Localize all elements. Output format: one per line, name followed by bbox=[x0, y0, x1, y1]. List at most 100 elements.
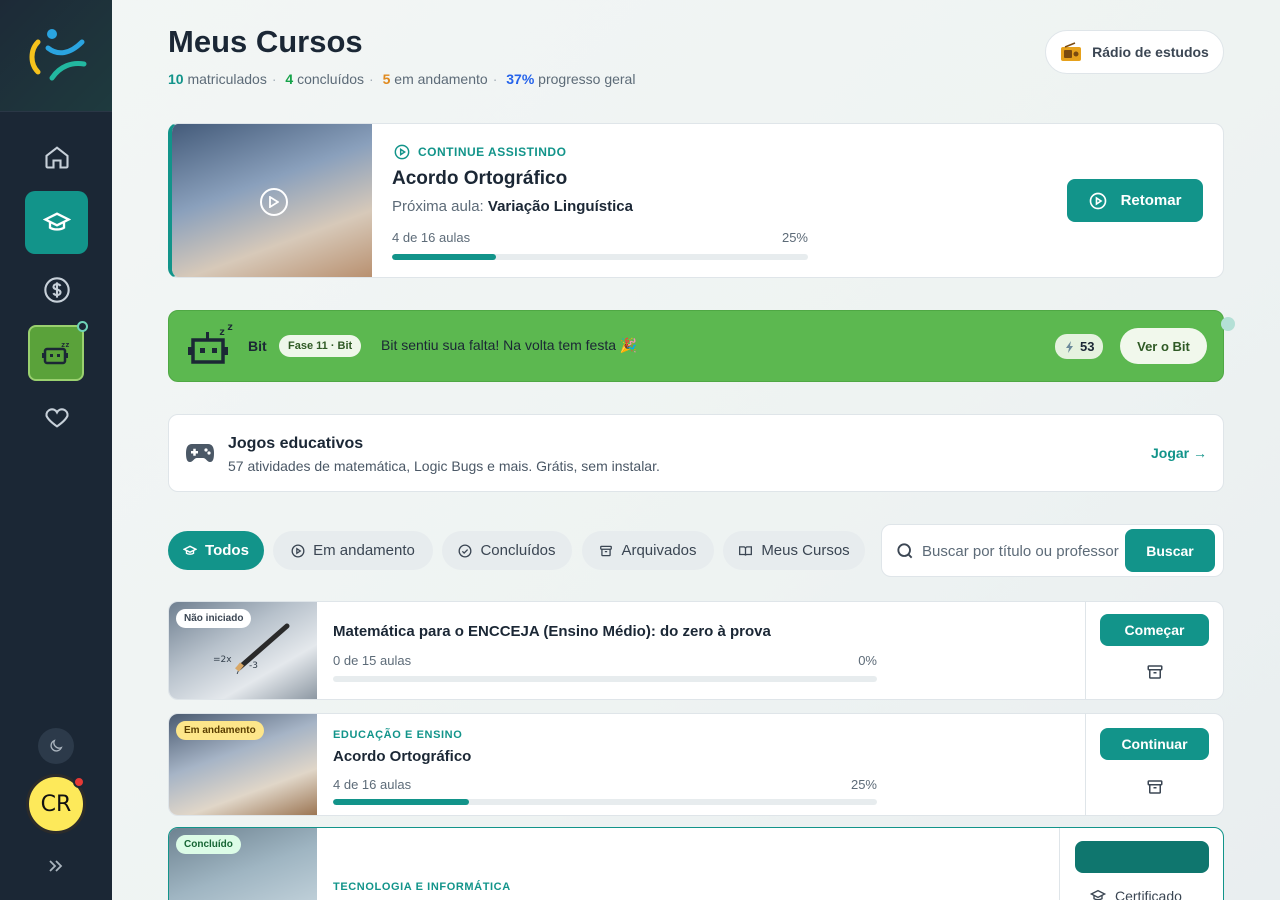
filter-completed-label: Concluídos bbox=[480, 542, 556, 559]
resume-label: Retomar bbox=[1120, 192, 1182, 209]
course-progress-info: 4 de 16 aulas 25% bbox=[333, 777, 877, 792]
bit-banner: z z Bit Fase 11 · Bit Bit sentiu sua fal… bbox=[168, 310, 1224, 382]
avatar-initials: CR bbox=[40, 791, 72, 817]
check-circle-icon bbox=[458, 544, 472, 557]
svg-text:-3: -3 bbox=[249, 661, 258, 671]
games-description: 57 atividades de matemática, Logic Bugs … bbox=[228, 458, 660, 474]
course-progress-bar bbox=[333, 676, 877, 682]
progress-info: 4 de 16 aulas 25% bbox=[392, 230, 808, 245]
overall-progress-label: progresso geral bbox=[538, 71, 636, 87]
sidebar-item-home[interactable] bbox=[25, 125, 88, 188]
filter-my-courses[interactable]: Meus Cursos bbox=[723, 531, 865, 570]
next-lesson-title: Variação Linguística bbox=[487, 198, 633, 215]
play-circle-icon bbox=[1089, 192, 1106, 209]
bit-name: Bit bbox=[248, 338, 267, 354]
bit-phase-badge: Fase 11 · Bit bbox=[279, 335, 362, 357]
dollar-icon bbox=[43, 276, 70, 303]
page-title: Meus Cursos bbox=[168, 24, 363, 59]
avatar[interactable]: CR bbox=[26, 774, 86, 834]
status-badge: Não iniciado bbox=[176, 609, 252, 628]
overall-progress: 37% bbox=[506, 71, 535, 87]
see-bit-button[interactable]: Ver o Bit bbox=[1120, 328, 1207, 364]
filter-all[interactable]: Todos bbox=[168, 531, 264, 570]
certificate-link[interactable]: Certificado bbox=[1089, 888, 1182, 900]
progress-bar-fill bbox=[392, 254, 496, 260]
course-card: =2x 7 -3 Não iniciado Matemática para o … bbox=[168, 601, 1224, 700]
educational-games-card[interactable]: Jogos educativos 57 atividades de matemá… bbox=[168, 414, 1224, 492]
completed-count: 4 bbox=[285, 71, 294, 87]
bolt-icon bbox=[1066, 340, 1073, 353]
progress-percent: 25% bbox=[781, 230, 808, 245]
math-pencil-illustration: =2x 7 -3 bbox=[213, 623, 290, 677]
theme-toggle-button[interactable] bbox=[38, 728, 74, 764]
svg-text:z: z bbox=[219, 327, 225, 338]
filter-in-progress-label: Em andamento bbox=[313, 542, 415, 559]
course-thumbnail[interactable]: Concluído bbox=[169, 828, 317, 900]
sidebar-item-bit[interactable]: zz bbox=[28, 321, 88, 381]
divider bbox=[1059, 828, 1060, 900]
course-card: Concluído TECNOLOGIA E INFORMÁTICA Certi… bbox=[168, 827, 1224, 900]
brand-logo-icon bbox=[29, 28, 87, 80]
course-progress-lessons: 4 de 16 aulas bbox=[333, 777, 412, 792]
course-thumbnail[interactable]: =2x 7 -3 Não iniciado bbox=[169, 602, 317, 699]
certificate-label: Certificado bbox=[1115, 888, 1182, 900]
archive-icon[interactable] bbox=[1146, 663, 1164, 681]
svg-text:z: z bbox=[227, 323, 233, 333]
course-thumbnail[interactable]: Em andamento bbox=[169, 714, 317, 815]
robot-icon: zz bbox=[42, 341, 69, 365]
bit-coins-badge: 53 bbox=[1055, 334, 1104, 359]
filter-archived[interactable]: Arquivados bbox=[582, 531, 714, 570]
filter-in-progress[interactable]: Em andamento bbox=[273, 531, 433, 570]
heart-icon bbox=[44, 407, 69, 428]
bit-message: Bit sentiu sua falta! Na volta tem festa… bbox=[381, 337, 638, 353]
course-progress-info: 0 de 15 aulas 0% bbox=[333, 653, 877, 668]
chevrons-right-icon bbox=[49, 860, 63, 872]
study-radio-button[interactable]: Rádio de estudos bbox=[1045, 30, 1224, 74]
start-course-button[interactable]: Começar bbox=[1100, 614, 1209, 646]
notification-dot bbox=[77, 321, 88, 332]
progress-lessons: 4 de 16 aulas bbox=[392, 230, 471, 245]
filter-all-label: Todos bbox=[205, 542, 249, 559]
decorative-dot bbox=[1221, 317, 1235, 331]
in-progress-count: 5 bbox=[382, 71, 391, 87]
search-icon bbox=[897, 543, 913, 559]
completed-label: concluídos bbox=[297, 71, 365, 87]
enrolled-label: matriculados bbox=[187, 71, 267, 87]
study-radio-label: Rádio de estudos bbox=[1092, 44, 1209, 60]
completed-course-button[interactable] bbox=[1075, 841, 1209, 873]
course-progress-percent: 0% bbox=[858, 653, 877, 668]
continue-course-button[interactable]: Continuar bbox=[1100, 728, 1209, 760]
resume-button[interactable]: Retomar bbox=[1067, 179, 1203, 222]
expand-sidebar-button[interactable] bbox=[44, 855, 68, 877]
logo[interactable] bbox=[0, 0, 112, 112]
archive-icon[interactable] bbox=[1146, 778, 1164, 796]
notification-dot bbox=[73, 776, 85, 788]
search-button[interactable]: Buscar bbox=[1125, 529, 1215, 572]
gamepad-icon bbox=[186, 444, 214, 462]
course-title[interactable]: Matemática para o ENCCEJA (Ensino Médio)… bbox=[333, 623, 771, 640]
graduation-cap-icon bbox=[1089, 889, 1107, 900]
course-progress-bar bbox=[333, 799, 877, 805]
sleeping-robot-icon: z z bbox=[188, 323, 233, 364]
play-circle-icon bbox=[394, 144, 410, 160]
sidebar-item-courses[interactable] bbox=[25, 191, 88, 254]
sidebar-item-finance[interactable] bbox=[25, 258, 88, 321]
graduation-cap-icon bbox=[183, 545, 198, 555]
search-input[interactable] bbox=[922, 540, 1122, 562]
next-lesson-prefix: Próxima aula: bbox=[392, 198, 484, 215]
filter-completed[interactable]: Concluídos bbox=[442, 531, 572, 570]
divider bbox=[1085, 602, 1086, 699]
course-progress-percent: 25% bbox=[850, 777, 877, 792]
status-badge: Concluído bbox=[176, 835, 241, 854]
svg-text:=2x: =2x bbox=[213, 655, 232, 665]
stats-summary: 10 matriculados · 4 concluídos · 5 em anda… bbox=[168, 71, 636, 87]
moon-icon bbox=[50, 739, 63, 752]
play-games-link[interactable]: Jogar → bbox=[1151, 445, 1207, 461]
course-thumbnail[interactable] bbox=[172, 124, 372, 277]
course-title[interactable]: Acordo Ortográfico bbox=[333, 748, 471, 765]
continue-watching-label: CONTINUE ASSISTINDO bbox=[394, 144, 566, 160]
sidebar-item-favorites[interactable] bbox=[25, 385, 88, 448]
progress-bar bbox=[392, 254, 808, 260]
course-category: EDUCAÇÃO E ENSINO bbox=[333, 729, 463, 741]
play-icon[interactable] bbox=[260, 188, 288, 216]
